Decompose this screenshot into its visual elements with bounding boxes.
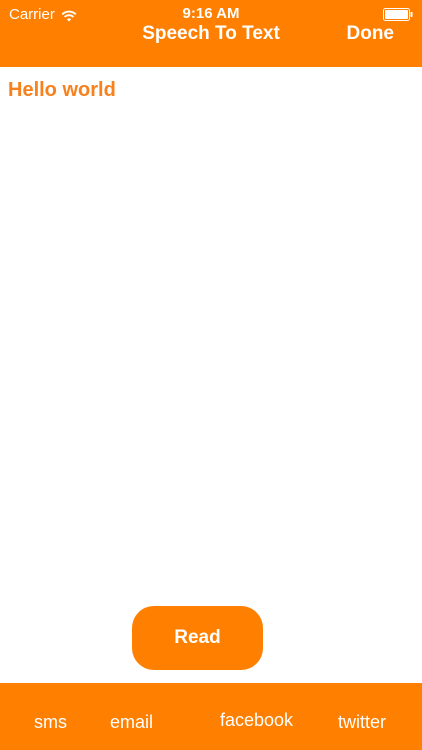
share-facebook-button[interactable]: facebook bbox=[220, 709, 293, 731]
share-email-button[interactable]: email bbox=[110, 711, 153, 733]
share-twitter-button[interactable]: twitter bbox=[338, 711, 386, 733]
navigation-bar: Carrier 9:16 AM Speech To Text Done bbox=[0, 0, 422, 67]
recognized-text: Hello world bbox=[8, 79, 116, 101]
share-sms-button[interactable]: sms bbox=[34, 711, 67, 733]
status-time: 9:16 AM bbox=[182, 5, 240, 22]
done-button[interactable]: Done bbox=[347, 22, 395, 46]
read-button[interactable]: Read bbox=[132, 606, 263, 670]
battery-icon bbox=[383, 8, 413, 21]
speech-text-area[interactable]: Hello world bbox=[0, 67, 422, 597]
share-toolbar: sms email facebook twitter bbox=[0, 683, 422, 750]
